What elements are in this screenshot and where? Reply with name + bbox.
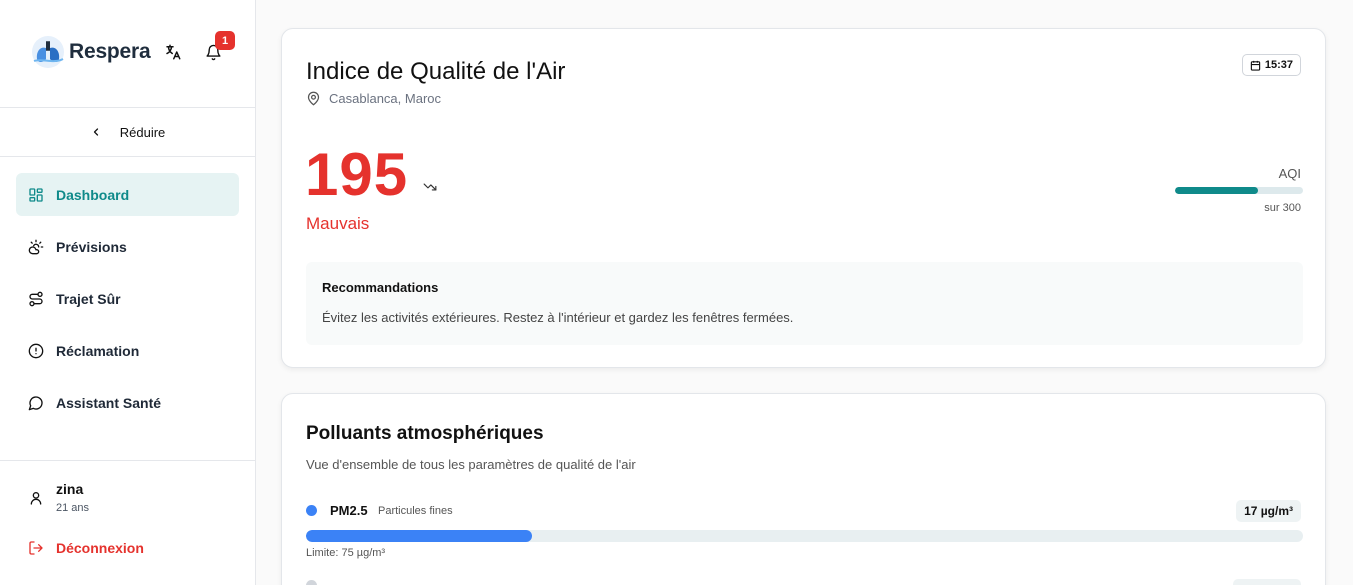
- aqi-progress-bar: [1175, 187, 1303, 194]
- brand[interactable]: Respera: [30, 34, 151, 70]
- app-name: Respera: [69, 40, 151, 63]
- sidebar-item-label: Réclamation: [56, 342, 140, 359]
- sidebar-item-trajet[interactable]: Trajet Sûr: [16, 277, 239, 320]
- map-pin-icon: [307, 91, 320, 106]
- sidebar-item-reclamation[interactable]: Réclamation: [16, 329, 239, 372]
- logout-label: Déconnexion: [56, 540, 144, 556]
- sidebar-item-dashboard[interactable]: Dashboard: [16, 173, 239, 216]
- pollutant-name: PM2.5: [330, 503, 368, 518]
- pollutants-card: Polluants atmosphériques Vue d'ensemble …: [281, 393, 1326, 585]
- aqi-title: Indice de Qualité de l'Air: [306, 58, 566, 85]
- alert-circle-icon: [28, 343, 44, 358]
- route-icon: [29, 291, 43, 306]
- pollutants-subtitle: Vue d'ensemble de tous les paramètres de…: [306, 457, 636, 472]
- sidebar-item-previsions[interactable]: Prévisions: [16, 225, 239, 268]
- recommendations-box: Recommandations Évitez les activités ext…: [306, 262, 1303, 345]
- weather-icon: [28, 239, 44, 254]
- location: Casablanca, Maroc: [306, 91, 441, 106]
- next-pollutant-dot: [306, 580, 317, 585]
- sidebar-item-assistant[interactable]: Assistant Santé: [16, 381, 239, 424]
- divider: [0, 156, 255, 157]
- collapse-button[interactable]: Réduire: [0, 108, 255, 156]
- sidebar-item-label: Trajet Sûr: [56, 290, 121, 307]
- aqi-status: Mauvais: [306, 214, 370, 233]
- pollutant-value-badge: 17 µg/m³: [1236, 500, 1301, 522]
- sidebar-item-label: Dashboard: [56, 186, 130, 203]
- aqi-card: Indice de Qualité de l'Air Casablanca, M…: [281, 28, 1326, 368]
- divider: [0, 460, 255, 461]
- recommendations-title: Recommandations: [322, 280, 439, 295]
- translate-icon[interactable]: [163, 42, 183, 62]
- aqi-value: 195: [305, 141, 409, 208]
- time-badge: 15:37: [1241, 54, 1301, 76]
- logout-button[interactable]: Déconnexion: [28, 540, 144, 556]
- time-text: 15:37: [1264, 59, 1293, 71]
- aqi-scale-max: sur 300: [1264, 202, 1301, 214]
- logout-icon: [29, 541, 43, 555]
- chevron-left-icon: [93, 128, 98, 136]
- trending-down-icon: [423, 183, 437, 191]
- calendar-icon: [1250, 60, 1261, 71]
- pollutant-description: Particules fines: [378, 505, 453, 517]
- collapse-label: Réduire: [119, 124, 166, 140]
- sidebar-item-label: Assistant Santé: [56, 394, 162, 411]
- pollutant-progress-bar: [306, 530, 1303, 542]
- lungs-logo-icon: [32, 36, 64, 68]
- aqi-progress-fill: [1175, 187, 1259, 194]
- sidebar: Respera 1 Réduire Dashboard Prévisions T…: [0, 0, 256, 585]
- user-age: 21 ans: [56, 502, 90, 514]
- aqi-scale-label: AQI: [1278, 166, 1301, 181]
- location-text: Casablanca, Maroc: [329, 91, 441, 106]
- user-icon: [30, 491, 42, 505]
- pollutants-title: Polluants atmosphériques: [306, 423, 544, 444]
- pollutant-limit: Limite: 75 µg/m³: [306, 547, 386, 559]
- user-profile[interactable]: zina 21 ans: [28, 481, 89, 514]
- user-name: zina: [56, 481, 84, 497]
- pollutant-color-dot: [306, 505, 317, 516]
- sidebar-item-label: Prévisions: [56, 238, 127, 255]
- dashboard-icon: [29, 187, 43, 202]
- notification-badge: 1: [215, 31, 235, 50]
- pollutant-progress-fill: [306, 530, 533, 542]
- recommendations-text: Évitez les activités extérieures. Restez…: [322, 310, 794, 325]
- chat-icon: [28, 395, 43, 410]
- next-pollutant-badge: [1233, 579, 1301, 585]
